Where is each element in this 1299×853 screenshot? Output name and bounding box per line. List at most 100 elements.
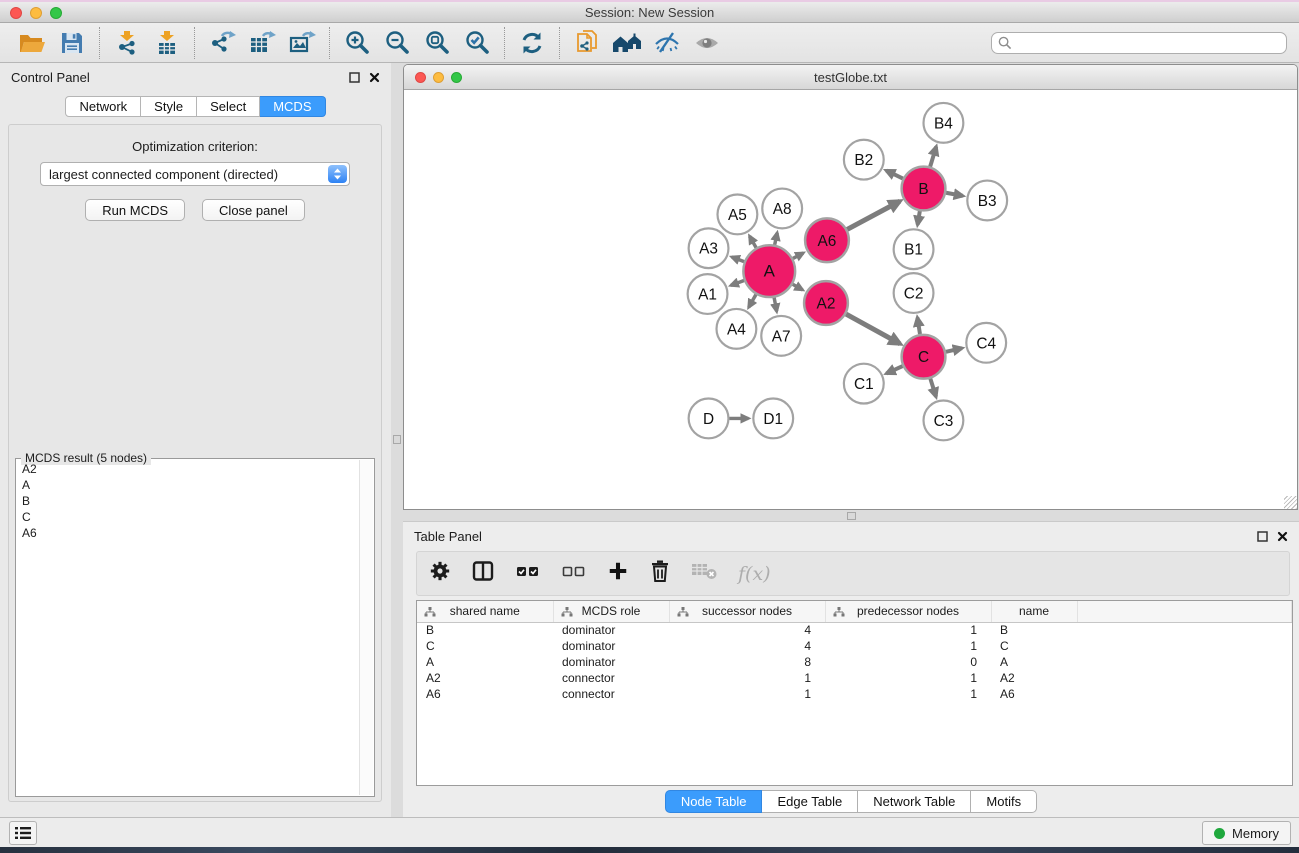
table-cell[interactable]: 4 [669,622,825,638]
import-network-icon[interactable] [107,26,147,60]
graph-edge-A-A7[interactable] [774,298,777,312]
zoom-out-icon[interactable] [377,26,417,60]
close-panel-icon[interactable] [369,72,380,83]
table-cell[interactable]: B [417,622,553,638]
copy-document-icon[interactable] [567,26,607,60]
splitter-grip[interactable] [847,512,856,520]
table-cell[interactable]: 8 [669,654,825,670]
optimization-criterion-select[interactable]: largest connected component (directed) [40,162,350,186]
graph-edge-B-B2[interactable] [886,170,903,178]
tab-edge-table[interactable]: Edge Table [762,790,858,813]
mcds-result-item[interactable]: B [17,493,358,509]
minimize-window-button[interactable] [30,7,42,19]
graph-edge-A-A5[interactable] [750,236,757,248]
deselect-all-checkboxes-icon[interactable] [561,559,587,588]
select-all-checkboxes-icon[interactable] [515,559,541,588]
graph-edge-B-B1[interactable] [918,211,920,225]
open-folder-icon[interactable] [12,26,52,60]
table-cell[interactable]: 1 [825,686,991,702]
tab-select[interactable]: Select [197,96,260,117]
tab-motifs[interactable]: Motifs [971,790,1037,813]
close-panel-icon[interactable] [1277,531,1288,542]
table-cell[interactable]: A [417,654,553,670]
table-row[interactable]: Bdominator41B [417,622,1292,638]
search-input[interactable] [991,32,1287,54]
graph-edge-C-C4[interactable] [946,348,962,352]
houses-icon[interactable] [607,26,647,60]
table-cell[interactable]: 0 [825,654,991,670]
tab-style[interactable]: Style [141,96,197,117]
network-canvas[interactable]: B4B2BB3A5A8A6A3B1AA1A2C2A4A7C4CC1C3DD1 [404,91,1297,509]
window-resize-grip[interactable] [1284,496,1297,509]
export-image-icon[interactable] [282,26,322,60]
table-cell[interactable]: 1 [669,670,825,686]
mcds-result-item[interactable]: A6 [17,525,358,541]
show-columns-icon[interactable] [471,559,495,588]
table-cell[interactable]: A [991,654,1077,670]
graph-edge-B-B4[interactable] [930,147,936,167]
save-icon[interactable] [52,26,92,60]
table-cell[interactable]: C [991,638,1077,654]
zoom-network-button[interactable] [451,72,462,83]
mcds-result-item[interactable]: C [17,509,358,525]
delete-table-icon[interactable] [691,561,718,586]
table-cell[interactable]: 1 [825,638,991,654]
column-header-shared-name[interactable]: shared name [417,601,553,622]
zoom-in-icon[interactable] [337,26,377,60]
export-table-icon[interactable] [242,26,282,60]
table-cell[interactable]: dominator [553,654,669,670]
float-panel-icon[interactable] [349,72,360,83]
graph-edge-A-A6[interactable] [793,253,803,259]
eye-icon[interactable] [687,26,727,60]
graph-edge-A-A8[interactable] [775,233,777,245]
table-row[interactable]: Cdominator41C [417,638,1292,654]
zoom-window-button[interactable] [50,7,62,19]
network-window-titlebar[interactable]: testGlobe.txt [404,65,1297,90]
export-network-icon[interactable] [202,26,242,60]
close-network-button[interactable] [415,72,426,83]
table-cell[interactable]: A2 [991,670,1077,686]
delete-row-icon[interactable] [649,559,671,588]
splitter-grip[interactable] [393,435,401,444]
graph-edge-A-A3[interactable] [732,257,744,262]
graph-edge-A-A1[interactable] [731,280,744,285]
table-cell[interactable]: 1 [825,622,991,638]
table-cell[interactable]: C [417,638,553,654]
tab-network-table[interactable]: Network Table [858,790,971,813]
eye-slash-icon[interactable] [647,26,687,60]
graph-edge-C-C3[interactable] [930,379,936,397]
table-row[interactable]: A2connector11A2 [417,670,1292,686]
table-cell[interactable]: A6 [991,686,1077,702]
tab-node-table[interactable]: Node Table [665,790,763,813]
table-row[interactable]: Adominator80A [417,654,1292,670]
graph-edge-C-C2[interactable] [917,318,920,334]
vertical-splitter[interactable] [391,63,403,817]
column-header-name[interactable]: name [991,601,1077,622]
task-history-button[interactable] [9,821,37,845]
function-builder-icon[interactable]: f(x) [738,563,771,585]
horizontal-splitter[interactable] [403,511,1299,521]
settings-gear-icon[interactable] [429,560,451,587]
graph-edge-A-A2[interactable] [793,284,803,290]
table-cell[interactable]: B [991,622,1077,638]
table-cell[interactable]: A2 [417,670,553,686]
zoom-fit-icon[interactable] [417,26,457,60]
graph-edge-A-A4[interactable] [749,294,756,307]
add-row-icon[interactable] [607,560,629,587]
minimize-network-button[interactable] [433,72,444,83]
graph-edge-B-B3[interactable] [946,193,963,196]
column-header-predecessor-nodes[interactable]: predecessor nodes [825,601,991,622]
table-cell[interactable]: dominator [553,622,669,638]
close-panel-button[interactable]: Close panel [202,199,305,221]
tab-network[interactable]: Network [65,96,141,117]
close-window-button[interactable] [10,7,22,19]
table-cell[interactable]: 1 [825,670,991,686]
tab-mcds[interactable]: MCDS [260,96,325,117]
network-graph[interactable]: B4B2BB3A5A8A6A3B1AA1A2C2A4A7C4CC1C3DD1 [404,91,1297,509]
mcds-result-item[interactable]: A2 [17,461,358,477]
table-cell[interactable]: connector [553,670,669,686]
graph-edge-C-C1[interactable] [886,366,902,373]
table-row[interactable]: A6connector11A6 [417,686,1292,702]
zoom-selected-icon[interactable] [457,26,497,60]
table-cell[interactable]: connector [553,686,669,702]
